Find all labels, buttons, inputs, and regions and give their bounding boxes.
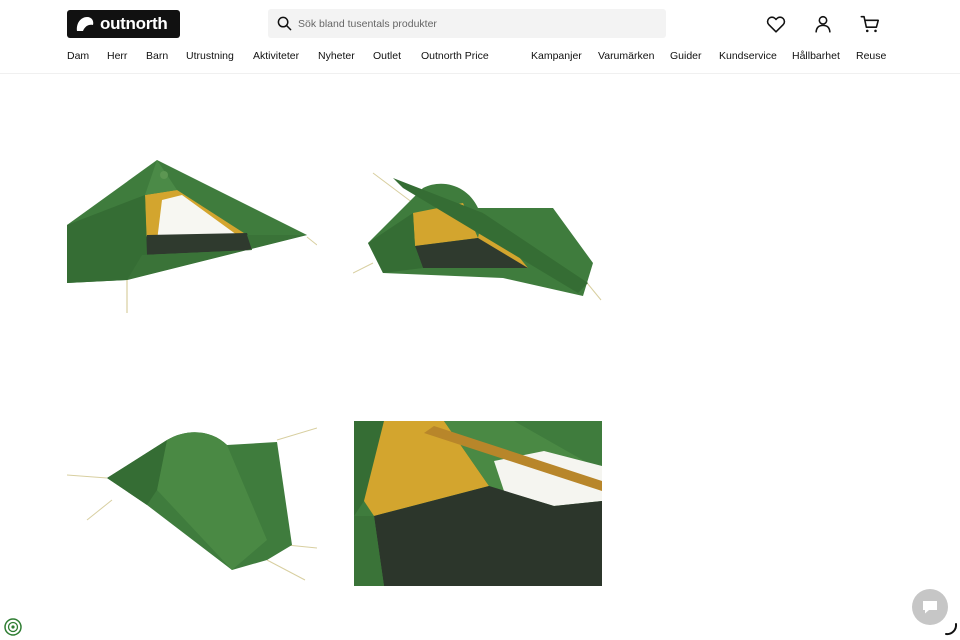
heart-icon[interactable] <box>765 13 787 35</box>
product-image-tent-angle[interactable] <box>353 168 603 308</box>
nav-kundservice[interactable]: Kundservice <box>719 50 777 62</box>
nav-outlet[interactable]: Outlet <box>373 50 401 62</box>
nav-utrustning[interactable]: Utrustning <box>186 50 234 62</box>
nav-aktiviteter[interactable]: Aktiviteter <box>253 50 299 62</box>
site-header: outnorth Dam Herr Barn Utrustning Aktivi… <box>0 0 960 74</box>
product-image-tent-side[interactable] <box>67 155 317 315</box>
chat-button[interactable] <box>912 589 948 625</box>
nav-outnorth-price[interactable]: Outnorth Price <box>421 50 489 62</box>
nav-reuse[interactable]: Reuse <box>856 50 886 62</box>
search-input[interactable] <box>298 17 638 30</box>
eco-badge-icon[interactable] <box>4 618 22 636</box>
chat-icon <box>923 601 937 614</box>
logo-mark-icon <box>76 17 94 31</box>
nav-hallbarhet[interactable]: Hållbarhet <box>792 50 840 62</box>
search-bar[interactable] <box>268 9 666 38</box>
search-icon <box>277 16 292 31</box>
user-icon[interactable] <box>812 13 834 35</box>
product-image-tent-interior[interactable] <box>354 421 602 586</box>
loading-spinner-icon <box>945 623 958 636</box>
nav-varumarken[interactable]: Varumärken <box>598 50 654 62</box>
logo-text: outnorth <box>100 14 168 33</box>
nav-herr[interactable]: Herr <box>107 50 127 62</box>
nav-dam[interactable]: Dam <box>67 50 89 62</box>
nav-nyheter[interactable]: Nyheter <box>318 50 355 62</box>
cart-icon[interactable] <box>859 13 881 35</box>
product-image-tent-top[interactable] <box>67 420 317 585</box>
nav-kampanjer[interactable]: Kampanjer <box>531 50 582 62</box>
outnorth-logo[interactable]: outnorth <box>67 10 180 38</box>
nav-guider[interactable]: Guider <box>670 50 702 62</box>
nav-barn[interactable]: Barn <box>146 50 168 62</box>
